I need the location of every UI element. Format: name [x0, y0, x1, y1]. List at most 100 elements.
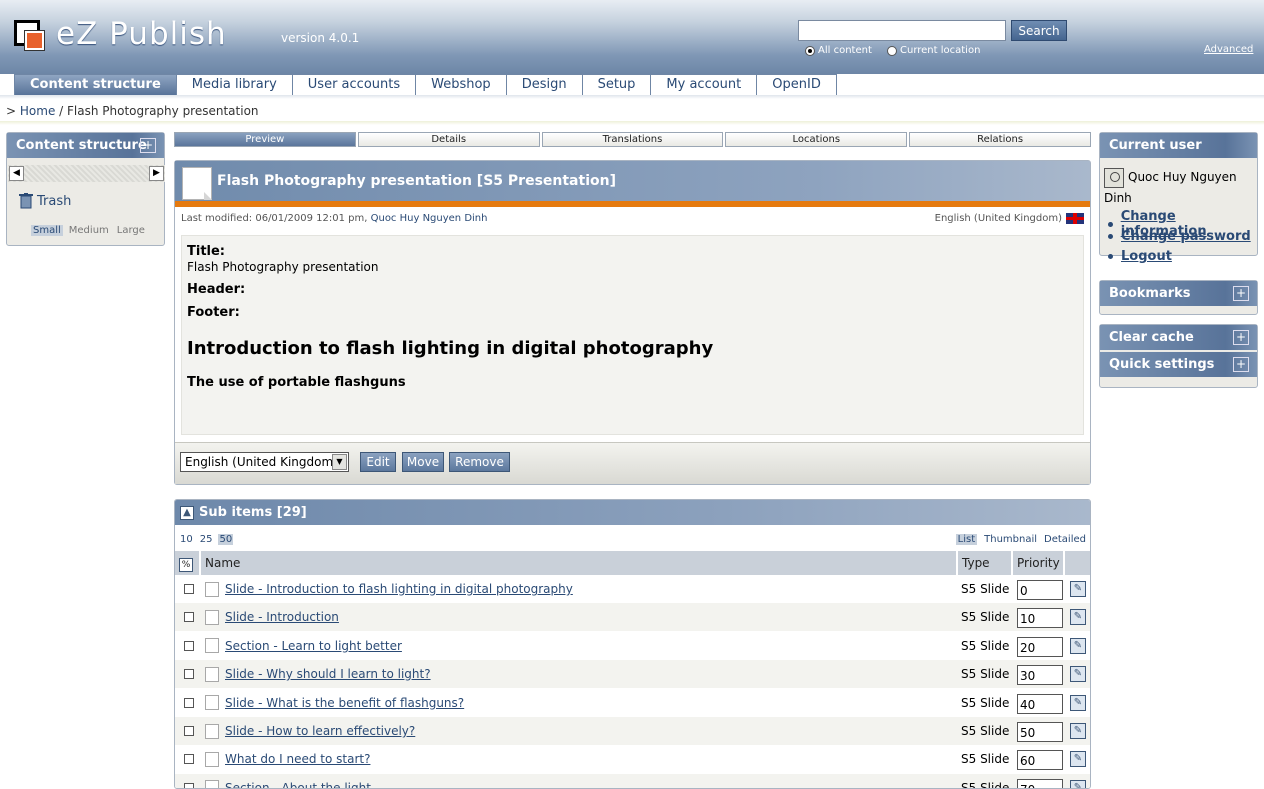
- row-checkbox[interactable]: [184, 584, 194, 594]
- row-checkbox[interactable]: [184, 782, 194, 788]
- priority-input[interactable]: 10: [1017, 608, 1063, 629]
- tab-preview[interactable]: Preview: [174, 132, 356, 147]
- expand-plus-icon[interactable]: +: [140, 138, 156, 153]
- row-checkbox[interactable]: [184, 754, 194, 765]
- bookmarks-link[interactable]: Bookmarks: [1109, 286, 1191, 301]
- size-small[interactable]: Small: [31, 225, 63, 236]
- priority-input[interactable]: 70: [1017, 778, 1063, 788]
- per-page-50[interactable]: 50: [218, 534, 234, 545]
- breadcrumb-home-link[interactable]: Home: [20, 104, 55, 118]
- per-page-10[interactable]: 10: [179, 534, 194, 545]
- tab-media-library[interactable]: Media library: [176, 74, 293, 96]
- view-modes: List Thumbnail Detailed: [955, 534, 1086, 545]
- logout-link[interactable]: Logout: [1108, 249, 1172, 264]
- table-row: Slide - How to learn effectively? S5 Slid…: [175, 717, 1090, 745]
- tab-details[interactable]: Details: [357, 132, 540, 147]
- column-priority[interactable]: Priority: [1013, 551, 1065, 575]
- row-name-link[interactable]: What do I need to start?: [225, 752, 370, 766]
- row-name-link[interactable]: Section - About the light: [225, 781, 371, 788]
- edit-button[interactable]: Edit: [360, 452, 396, 472]
- trash-item[interactable]: Trash: [19, 193, 71, 209]
- tab-design[interactable]: Design: [506, 74, 583, 96]
- scroll-left-icon[interactable]: ◀: [9, 166, 24, 181]
- tab-setup[interactable]: Setup: [582, 74, 652, 96]
- chevron-down-icon[interactable]: ▼: [332, 454, 347, 470]
- expand-plus-icon[interactable]: +: [1233, 286, 1249, 301]
- tab-relations[interactable]: Relations: [909, 132, 1091, 147]
- clear-cache-link[interactable]: Clear cache: [1109, 330, 1194, 345]
- tab-my-account[interactable]: My account: [651, 74, 758, 96]
- slide-icon: [205, 609, 219, 625]
- edit-pencil-icon[interactable]: ✎: [1070, 666, 1086, 683]
- change-password-link[interactable]: Change password: [1108, 229, 1251, 244]
- row-name-link[interactable]: Slide - Introduction to flash lighting i…: [225, 582, 573, 596]
- advanced-search-link[interactable]: Advanced: [1204, 44, 1253, 55]
- tab-translations[interactable]: Translations: [541, 132, 724, 147]
- priority-input[interactable]: 0: [1017, 580, 1063, 600]
- expand-plus-icon[interactable]: +: [1233, 357, 1249, 372]
- row-name-link[interactable]: Slide - How to learn effectively?: [225, 724, 415, 738]
- row-name-link[interactable]: Slide - Introduction: [225, 610, 339, 624]
- per-page-25[interactable]: 25: [199, 534, 214, 545]
- invert-selection-icon[interactable]: %: [175, 551, 201, 575]
- edit-pencil-icon[interactable]: ✎: [1070, 723, 1086, 739]
- edit-pencil-icon[interactable]: ✎: [1070, 694, 1086, 711]
- table-row: What do I need to start? S5 Slide 60 ✎: [175, 745, 1090, 773]
- remove-button[interactable]: Remove: [449, 452, 510, 472]
- radio-unchecked-icon: [887, 45, 897, 56]
- author-link[interactable]: Quoc Huy Nguyen Dinh: [371, 213, 488, 224]
- radio-checked-icon: [805, 45, 815, 56]
- main-tabs: Content structure Media library User acc…: [0, 74, 1264, 96]
- row-checkbox[interactable]: [184, 640, 194, 651]
- size-medium[interactable]: Medium: [67, 225, 111, 236]
- priority-input[interactable]: 20: [1017, 636, 1063, 657]
- priority-input[interactable]: 60: [1017, 750, 1063, 771]
- breadcrumb-divider: [0, 121, 1264, 125]
- row-name-link[interactable]: Section - Learn to light better: [225, 639, 402, 653]
- edit-pencil-icon[interactable]: ✎: [1070, 779, 1086, 788]
- edit-pencil-icon[interactable]: ✎: [1070, 609, 1086, 626]
- edit-pencil-icon[interactable]: ✎: [1070, 637, 1086, 654]
- row-name-link[interactable]: Slide - What is the benefit of flashguns…: [225, 696, 464, 710]
- tab-user-accounts[interactable]: User accounts: [292, 74, 417, 96]
- language-select[interactable]: English (United Kingdom) ▼: [180, 452, 349, 472]
- tree-size-options: Small Medium Large: [31, 225, 147, 236]
- edit-pencil-icon[interactable]: ✎: [1070, 751, 1086, 768]
- tab-webshop[interactable]: Webshop: [416, 74, 507, 96]
- priority-input[interactable]: 30: [1017, 665, 1063, 686]
- quick-settings-title: Quick settings: [1109, 357, 1215, 372]
- view-thumbnail[interactable]: Thumbnail: [984, 534, 1037, 545]
- column-type[interactable]: Type: [958, 551, 1013, 575]
- row-name-link[interactable]: Slide - Why should I learn to light?: [225, 667, 431, 681]
- bullet-icon: [1108, 221, 1113, 227]
- view-detailed[interactable]: Detailed: [1044, 534, 1086, 545]
- tree-scrollbar[interactable]: ◀ ▶: [8, 165, 165, 182]
- up-arrow-icon[interactable]: ▲: [180, 506, 194, 520]
- change-password-label: Change password: [1121, 229, 1251, 244]
- tab-locations[interactable]: Locations: [725, 132, 908, 147]
- size-large[interactable]: Large: [115, 225, 147, 236]
- priority-input[interactable]: 40: [1017, 693, 1063, 714]
- uk-flag-icon: [1066, 213, 1084, 224]
- priority-input[interactable]: 50: [1017, 722, 1063, 742]
- column-name[interactable]: Name: [201, 551, 958, 575]
- radio-current-location[interactable]: Current location: [887, 45, 980, 56]
- view-list[interactable]: List: [955, 534, 978, 545]
- edit-pencil-icon[interactable]: ✎: [1070, 581, 1086, 597]
- tab-content-structure[interactable]: Content structure: [14, 74, 177, 96]
- search-input[interactable]: [798, 20, 1006, 41]
- tab-divider: [0, 95, 1264, 99]
- row-checkbox[interactable]: [184, 726, 194, 736]
- expand-plus-icon[interactable]: +: [1233, 330, 1249, 345]
- move-button[interactable]: Move: [402, 452, 444, 472]
- row-checkbox[interactable]: [184, 612, 194, 623]
- last-modified-text: Last modified: 06/01/2009 12:01 pm,: [181, 213, 368, 224]
- search-button[interactable]: Search: [1011, 20, 1067, 41]
- radio-all-content[interactable]: All content: [805, 45, 872, 56]
- row-checkbox[interactable]: [184, 697, 194, 708]
- scroll-right-icon[interactable]: ▶: [149, 166, 164, 181]
- row-checkbox[interactable]: [184, 669, 194, 680]
- trash-icon: [19, 193, 33, 209]
- content-subheading: The use of portable flashguns: [187, 375, 406, 390]
- tab-openid[interactable]: OpenID: [757, 74, 837, 96]
